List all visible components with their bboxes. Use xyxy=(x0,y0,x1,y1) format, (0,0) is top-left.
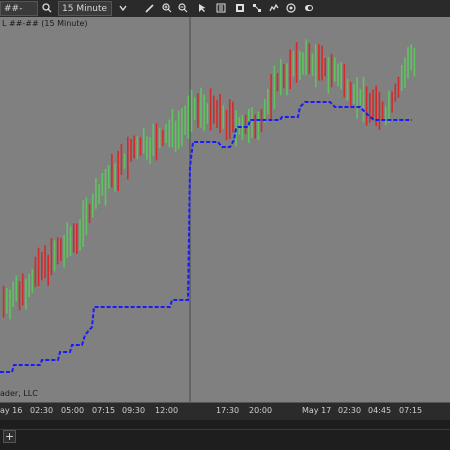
strategy-button[interactable] xyxy=(250,1,264,16)
chart-tab-bar xyxy=(0,420,450,450)
x-tick-label: 07:15 xyxy=(399,406,423,415)
zoom-out-button[interactable] xyxy=(176,1,190,16)
price-markers-icon xyxy=(216,3,226,13)
x-tick-label: ay 16 xyxy=(0,406,23,415)
x-tick-label: 05:00 xyxy=(61,406,85,415)
x-tick-label: 07:15 xyxy=(92,406,116,415)
data-series-icon xyxy=(236,4,244,12)
zoom-out-icon xyxy=(178,3,188,13)
chart-toolbar: ##-## 15 Minute xyxy=(0,0,450,29)
add-tab-button[interactable]: + xyxy=(3,430,16,443)
x-tick-label: 09:30 xyxy=(122,406,146,415)
properties-icon xyxy=(286,3,296,13)
chart-instrument-label: L ##-## (15 Minute) xyxy=(2,19,88,28)
interval-selector[interactable]: 15 Minute xyxy=(58,1,112,16)
x-tick-label: 02:30 xyxy=(338,406,362,415)
x-tick-label: 17:30 xyxy=(216,406,240,415)
properties-button[interactable] xyxy=(284,1,298,16)
x-tick-label: 02:30 xyxy=(30,406,54,415)
interval-value: 15 Minute xyxy=(62,4,108,14)
search-icon xyxy=(42,3,52,13)
search-button[interactable] xyxy=(40,1,54,16)
chevron-down-icon xyxy=(119,5,127,12)
indicators-button[interactable] xyxy=(267,1,281,16)
toggle-icon xyxy=(305,5,313,11)
zoom-in-icon xyxy=(162,3,172,13)
pencil-icon xyxy=(145,4,154,13)
toggle-button[interactable] xyxy=(302,1,316,16)
strategy-icon xyxy=(253,4,261,12)
price-markers-button[interactable] xyxy=(214,1,228,16)
copyright-text: ader, LLC xyxy=(0,389,38,398)
indicators-icon xyxy=(269,3,279,12)
dropdown-button[interactable] xyxy=(116,1,130,16)
instrument-selector[interactable]: ##-## xyxy=(0,1,38,29)
x-tick-label: 12:00 xyxy=(155,406,179,415)
data-series-button[interactable] xyxy=(233,1,247,16)
price-chart xyxy=(0,17,416,402)
chart-plot-area[interactable] xyxy=(0,17,450,402)
draw-button[interactable] xyxy=(143,1,157,16)
pointer-icon xyxy=(199,4,206,12)
x-tick-label: 20:00 xyxy=(249,406,273,415)
x-tick-label: May 17 xyxy=(302,406,332,415)
plus-icon: + xyxy=(4,430,15,443)
time-axis[interactable]: ay 16 02:30 05:00 07:15 09:30 12:00 17:3… xyxy=(0,402,450,421)
tab-bar-divider xyxy=(0,429,450,430)
trailing-stop-line xyxy=(0,101,412,373)
x-tick-label: 04:45 xyxy=(368,406,392,415)
pointer-button[interactable] xyxy=(195,1,209,16)
zoom-in-button[interactable] xyxy=(160,1,174,16)
